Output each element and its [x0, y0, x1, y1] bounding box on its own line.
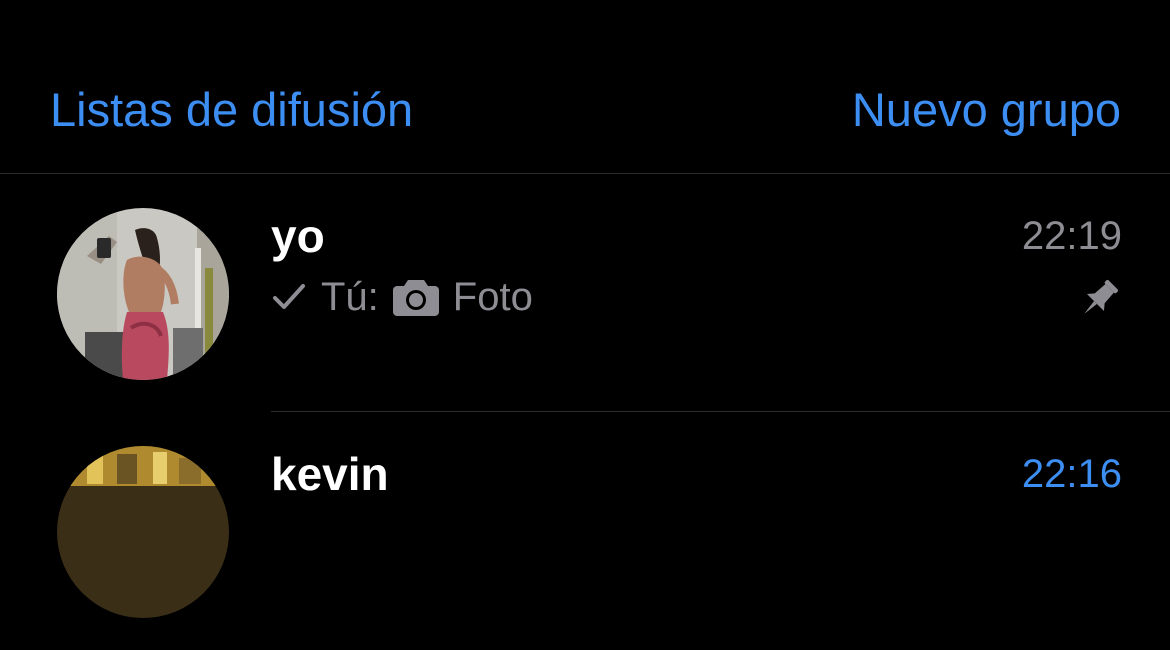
avatar[interactable]: [57, 208, 229, 380]
preview-sender: Tú:: [321, 275, 379, 319]
message-preview: Tú: Foto: [271, 272, 533, 322]
chat-time: 22:19: [1021, 214, 1122, 258]
pin-icon: [1076, 276, 1122, 322]
chat-name: yo: [271, 210, 325, 262]
chat-list-header: Listas de difusión Nuevo grupo: [0, 0, 1170, 174]
avatar[interactable]: [57, 446, 229, 618]
broadcast-lists-link[interactable]: Listas de difusión: [50, 82, 413, 138]
avatar-photo: [57, 446, 229, 618]
chat-name: kevin: [271, 448, 389, 500]
chat-time: 22:16: [1021, 452, 1122, 496]
chat-row-yo[interactable]: yo 22:19 Tú: Foto: [0, 174, 1170, 412]
chat-row-kevin[interactable]: kevin 22:16: [0, 412, 1170, 650]
single-check-icon: [271, 279, 307, 315]
camera-icon: [392, 278, 439, 316]
avatar-photo: [57, 208, 229, 380]
preview-text: Foto: [452, 275, 533, 319]
new-group-link[interactable]: Nuevo grupo: [852, 82, 1121, 138]
